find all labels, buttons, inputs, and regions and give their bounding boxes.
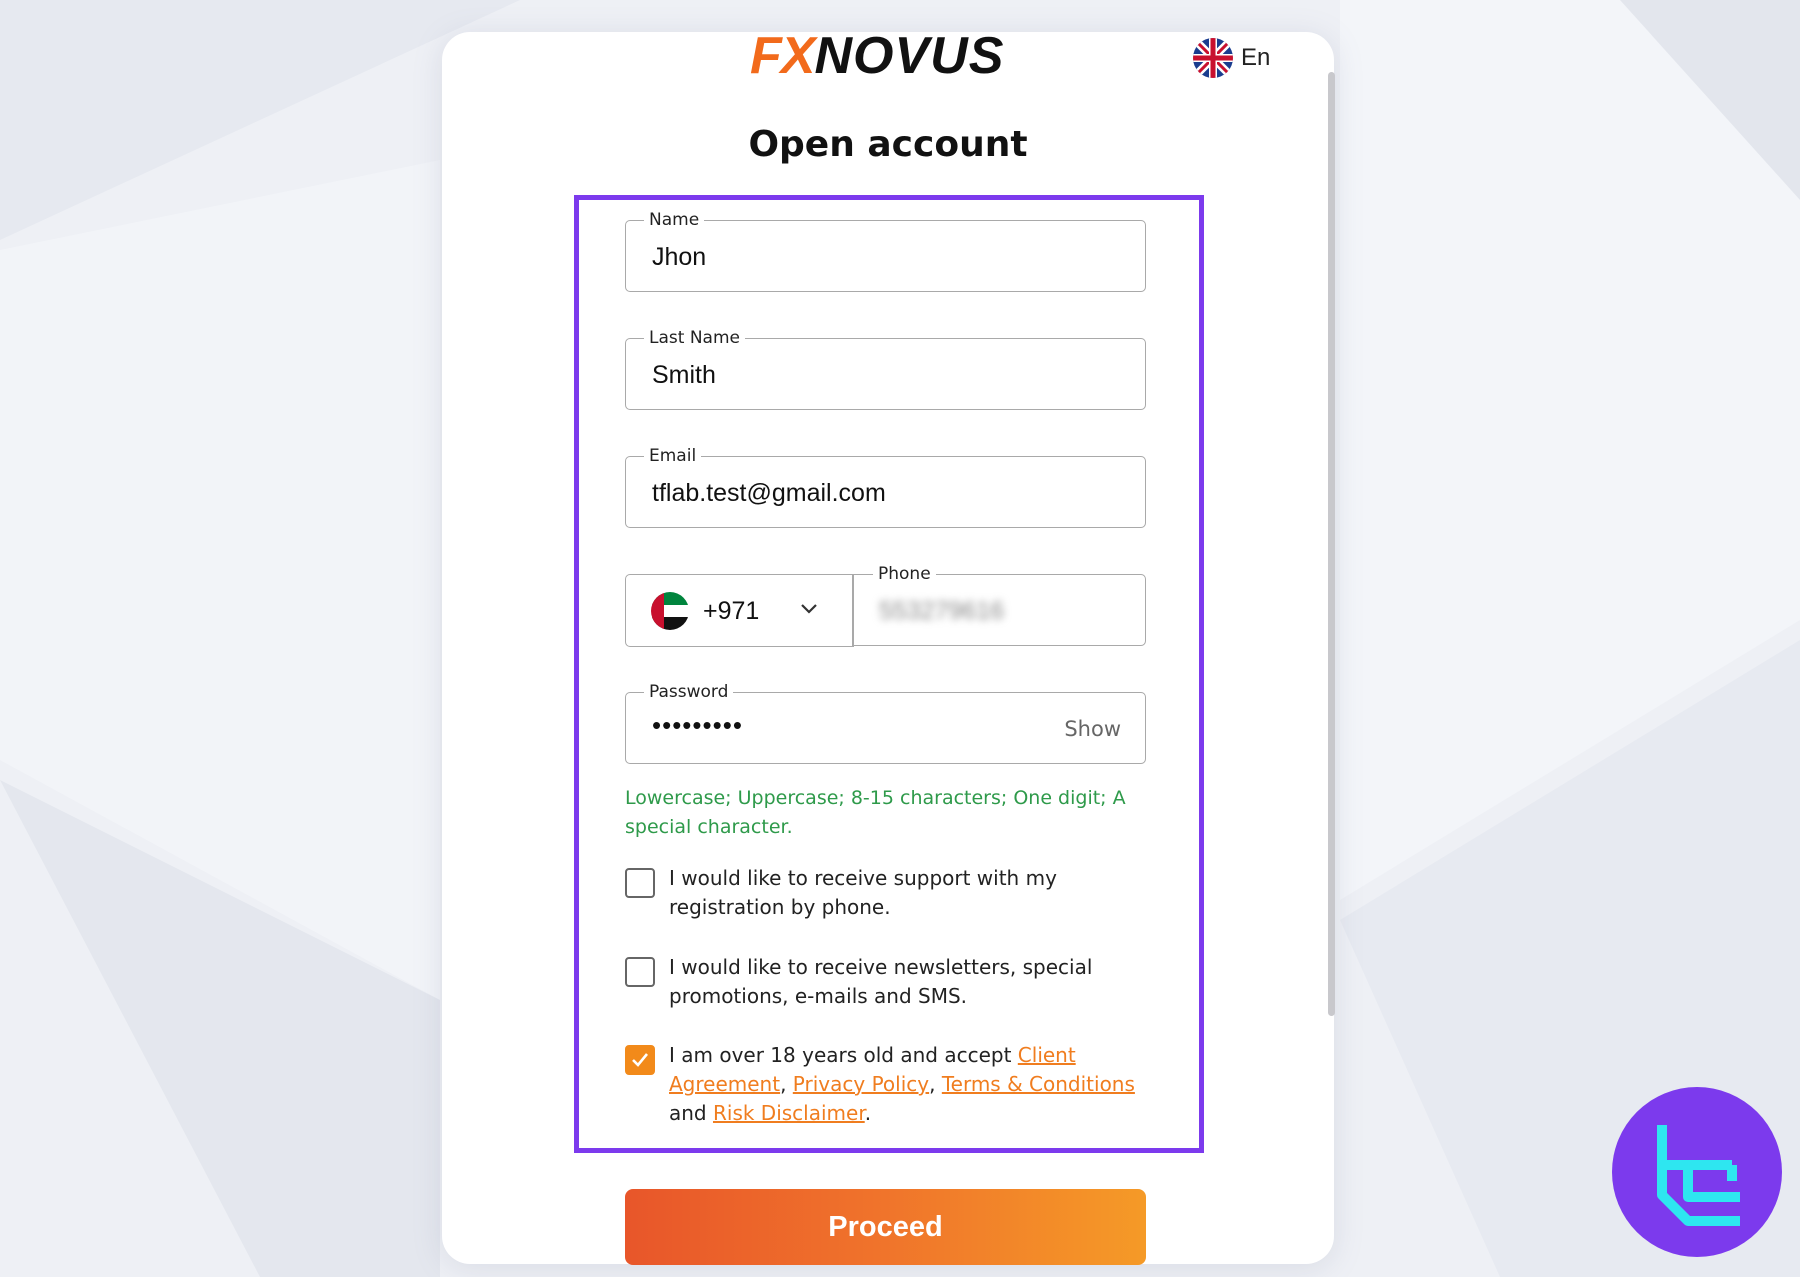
last-name-label: Last Name — [644, 328, 745, 348]
support-phone-checkbox[interactable] — [625, 868, 655, 898]
name-field[interactable]: Name Jhon — [625, 210, 1146, 292]
tradersunion-badge — [1612, 1087, 1782, 1257]
uae-flag-icon — [651, 592, 689, 630]
privacy-policy-link[interactable]: Privacy Policy — [793, 1072, 929, 1096]
checkmark-icon — [632, 1053, 649, 1067]
scrollbar[interactable] — [1328, 72, 1335, 1016]
phone-label: Phone — [873, 564, 936, 584]
name-label: Name — [644, 210, 705, 230]
last-name-field[interactable]: Last Name Smith — [625, 328, 1146, 410]
last-name-value: Smith — [652, 361, 716, 389]
newsletter-text: I would like to receive newsletters, spe… — [669, 955, 1093, 1008]
language-selector[interactable]: En — [1193, 38, 1270, 78]
name-value: Jhon — [652, 243, 707, 271]
uk-flag-icon — [1193, 38, 1233, 78]
page-title: Open account — [748, 124, 1028, 165]
risk-disclaimer-link[interactable]: Risk Disclaimer — [713, 1101, 865, 1125]
email-value: tflab.test@gmail.com — [652, 479, 886, 507]
proceed-button[interactable]: Proceed — [625, 1189, 1146, 1265]
tu-logo-icon — [1657, 1125, 1740, 1226]
password-field[interactable]: Password ••••••••• Show — [625, 682, 1146, 764]
country-code-select[interactable]: +971 — [625, 574, 854, 647]
newsletter-checkbox[interactable] — [625, 957, 655, 987]
language-label: En — [1241, 44, 1271, 71]
support-phone-text: I would like to receive support with my … — [669, 866, 1057, 919]
terms-text: I am over 18 years old and accept Client… — [669, 1043, 1135, 1125]
email-field[interactable]: Email tflab.test@gmail.com — [625, 446, 1146, 528]
fxnovus-logo: FX NOVUS — [750, 27, 1005, 85]
show-password-toggle[interactable]: Show — [1064, 717, 1121, 741]
password-value: ••••••••• — [652, 710, 743, 740]
terms-checkbox[interactable] — [625, 1045, 655, 1075]
phone-input[interactable]: Phone 553279616 — [852, 564, 1146, 646]
phone-value: 553279616 — [879, 597, 1005, 625]
terms-conditions-link[interactable]: Terms & Conditions — [942, 1072, 1135, 1096]
password-hint: Lowercase; Uppercase; 8-15 characters; O… — [625, 787, 1126, 838]
country-code-value: +971 — [703, 597, 760, 625]
password-label: Password — [644, 682, 734, 702]
email-label: Email — [644, 446, 702, 466]
chevron-down-icon — [801, 604, 817, 614]
